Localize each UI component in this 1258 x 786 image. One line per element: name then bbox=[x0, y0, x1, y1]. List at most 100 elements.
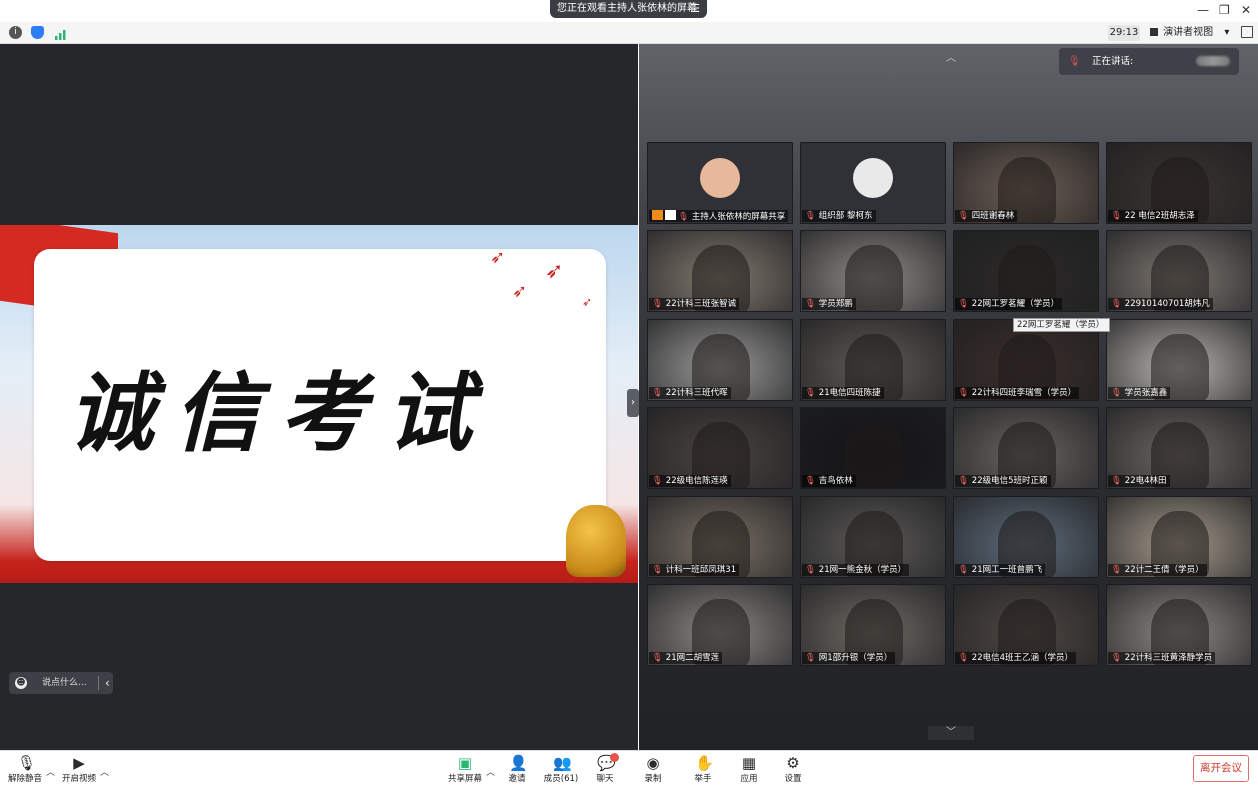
participant-name-label: 🎙 22 电信2班胡志泽 bbox=[1108, 210, 1198, 222]
participant-tile[interactable]: 🎙 22网工罗茗耀（学员） bbox=[953, 230, 1099, 312]
share-screen-label: 共享屏幕 bbox=[447, 774, 482, 784]
apps-button[interactable]: ▦ 应用 bbox=[724, 753, 774, 785]
chat-placeholder: 说点什么... bbox=[42, 678, 87, 688]
microphone-muted-icon: 🎙 bbox=[652, 565, 663, 575]
microphone-muted-icon: 🎙 bbox=[652, 299, 663, 309]
members-button[interactable]: 👥 成员(61) bbox=[536, 753, 586, 785]
participant-tile[interactable]: 🎙 22计二王倩（学员） bbox=[1106, 496, 1252, 578]
raise-hand-button[interactable]: ✋ 举手 bbox=[678, 753, 728, 785]
bottom-control-bar: 🎙 解除静音 ︿ ▶ 开启视频 ︿ ▣ 共享屏幕 ︿ 👤 邀请 👥 成员(61)… bbox=[0, 750, 1258, 786]
participant-name-label: 🎙 22计科三班张智诚 bbox=[649, 298, 740, 310]
microphone-muted-icon: 🎙 bbox=[805, 211, 816, 221]
participant-name: 22网工罗茗耀（学员） bbox=[971, 299, 1060, 309]
close-button[interactable]: ✕ bbox=[1241, 3, 1251, 17]
participant-tile[interactable]: 🎙 组织部 黎柯东 bbox=[800, 142, 946, 224]
record-button[interactable]: ◉ 录制 bbox=[628, 753, 678, 785]
settings-button[interactable]: ⚙ 设置 bbox=[768, 753, 818, 785]
lion-statue-image bbox=[566, 505, 626, 577]
participant-name-label: 🎙 22电信4班王乙涵（学员） bbox=[955, 652, 1077, 664]
participant-name: 计科一班邱凤琪31 bbox=[665, 565, 737, 575]
start-video-button[interactable]: ▶ 开启视频 bbox=[54, 753, 104, 785]
view-mode-button[interactable]: 演讲者视图 ▾ bbox=[1150, 25, 1232, 41]
participant-name: 四班谢春林 bbox=[971, 211, 1015, 221]
hand-icon: ✋ bbox=[695, 754, 714, 772]
chevron-down-icon: ▾ bbox=[1224, 27, 1230, 38]
participant-name-label: 🎙 主持人张依林的屏幕共享 bbox=[649, 210, 789, 222]
participant-name: 吉鸟依林 bbox=[818, 476, 853, 486]
participant-tile[interactable]: 🎙 主持人张依林的屏幕共享 bbox=[647, 142, 793, 224]
menu-icon[interactable]: ☰ bbox=[690, 0, 700, 18]
participant-name: 22计二王倩（学员） bbox=[1124, 565, 1204, 575]
participant-tile[interactable]: 🎙 22电信4班王乙涵（学员） bbox=[953, 584, 1099, 666]
participant-name: 22910140701胡炜凡 bbox=[1124, 299, 1210, 309]
fullscreen-icon[interactable] bbox=[1241, 26, 1253, 38]
participant-tile[interactable]: 🎙 22910140701胡炜凡 bbox=[1106, 230, 1252, 312]
participant-tile[interactable]: 🎙 21网一熊金秋（学员） bbox=[800, 496, 946, 578]
participant-tile[interactable]: 🎙 22级电信陈莲瑛 bbox=[647, 407, 793, 489]
microphone-muted-icon: 🎙 bbox=[805, 653, 816, 663]
add-user-icon: 👤 bbox=[509, 754, 528, 772]
chat-button[interactable]: 💬 聊天 bbox=[580, 753, 630, 785]
participant-name: 22 电信2班胡志泽 bbox=[1124, 211, 1195, 221]
participant-name-label: 🎙 22级电信5班时正颖 bbox=[955, 475, 1051, 487]
participant-name: 组织部 黎柯东 bbox=[818, 211, 873, 221]
scroll-down-icon[interactable]: ﹀ bbox=[928, 726, 974, 740]
microphone-muted-icon: 🎙 bbox=[958, 388, 969, 398]
participant-tile[interactable]: 🎙 22计科三班代晖 bbox=[647, 319, 793, 401]
participant-tile[interactable]: 🎙 21网二胡雪莲 bbox=[647, 584, 793, 666]
info-icon[interactable]: i bbox=[9, 26, 22, 39]
chevron-up-icon[interactable]: ︿ bbox=[100, 765, 109, 778]
emoji-icon[interactable]: ☻ bbox=[15, 677, 27, 689]
participant-tile[interactable]: 🎙 21网工一班曾鹏飞 bbox=[953, 496, 1099, 578]
collapse-gallery-handle[interactable]: › bbox=[627, 389, 639, 417]
chat-input[interactable]: ☻ 说点什么... ‹ bbox=[9, 672, 113, 694]
microphone-muted-icon: 🎙 bbox=[805, 299, 816, 309]
signal-icon[interactable] bbox=[54, 26, 67, 40]
participant-name-label: 🎙 22计科四班李瑞雪（学员） bbox=[955, 387, 1080, 399]
microphone-muted-icon: 🎙 bbox=[1111, 653, 1122, 663]
microphone-muted-icon: 🎙 bbox=[805, 388, 816, 398]
leave-meeting-button[interactable]: 离开会议 bbox=[1193, 755, 1249, 782]
participant-tile[interactable]: 🎙 22计科三班黄泽静学员 bbox=[1106, 584, 1252, 666]
invite-button[interactable]: 👤 邀请 bbox=[492, 753, 542, 785]
participant-tile[interactable]: 🎙 计科一班邱凤琪31 bbox=[647, 496, 793, 578]
avatar bbox=[853, 158, 893, 198]
shared-slide: ➶ ➶ ➶ ➶ 诚信考试 bbox=[0, 225, 638, 583]
restore-button[interactable]: ❐ bbox=[1219, 3, 1230, 17]
minimize-button[interactable]: — bbox=[1197, 3, 1209, 17]
participant-tile[interactable]: 🎙 22电4林田 bbox=[1106, 407, 1252, 489]
record-label: 录制 bbox=[644, 774, 662, 784]
participant-name-label: 🎙 学员郑鹏 bbox=[802, 298, 856, 310]
microphone-muted-icon: 🎙 bbox=[1068, 56, 1081, 67]
microphone-muted-icon: 🎙 bbox=[1111, 565, 1122, 575]
participant-tile[interactable]: 🎙 21电信四班陈捷 bbox=[800, 319, 946, 401]
unmute-button[interactable]: 🎙 解除静音 bbox=[0, 753, 50, 785]
title-bar: 您正在观看主持人张依林的屏幕 ☰ — ❐ ✕ bbox=[0, 0, 1258, 22]
participant-name: 22计科三班黄泽静学员 bbox=[1124, 653, 1213, 663]
participant-tile[interactable]: 🎙 吉鸟依林 bbox=[800, 407, 946, 489]
participant-tile[interactable]: 🎙 四班谢春林 bbox=[953, 142, 1099, 224]
participant-tile[interactable]: 🎙 22计科三班张智诚 bbox=[647, 230, 793, 312]
scroll-up-icon[interactable]: ︿ bbox=[928, 52, 974, 66]
gear-icon: ⚙ bbox=[786, 754, 800, 772]
members-label: 成员(61) bbox=[543, 774, 579, 784]
participant-tile[interactable]: 🎙 22级电信5班时正颖 bbox=[953, 407, 1099, 489]
participant-name: 21网工一班曾鹏飞 bbox=[971, 565, 1043, 575]
members-icon: 👥 bbox=[553, 754, 572, 772]
share-screen-button[interactable]: ▣ 共享屏幕 bbox=[440, 753, 490, 785]
participant-tile[interactable]: 🎙 学员郑鹏 bbox=[800, 230, 946, 312]
participant-name: 22电信4班王乙涵（学员） bbox=[971, 653, 1074, 663]
microphone-muted-icon: 🎙 bbox=[1111, 299, 1122, 309]
shield-icon[interactable] bbox=[31, 26, 44, 39]
slide-title: 诚信考试 bbox=[68, 362, 492, 464]
apps-label: 应用 bbox=[740, 774, 758, 784]
participant-tile[interactable]: 🎙 网1邵升银（学员） bbox=[800, 584, 946, 666]
chevron-left-icon[interactable]: ‹ bbox=[105, 672, 110, 694]
participant-name: 22电4林田 bbox=[1124, 476, 1167, 486]
meeting-toolbar: i 29:13 演讲者视图 ▾ bbox=[0, 22, 1258, 44]
participant-tile[interactable]: 🎙 22 电信2班胡志泽 bbox=[1106, 142, 1252, 224]
screen-share-banner[interactable]: 您正在观看主持人张依林的屏幕 ☰ bbox=[550, 0, 707, 18]
record-icon: ◉ bbox=[646, 754, 660, 772]
view-mode-label: 演讲者视图 bbox=[1163, 27, 1214, 38]
participant-tile[interactable]: 🎙 学员张嘉鑫 bbox=[1106, 319, 1252, 401]
